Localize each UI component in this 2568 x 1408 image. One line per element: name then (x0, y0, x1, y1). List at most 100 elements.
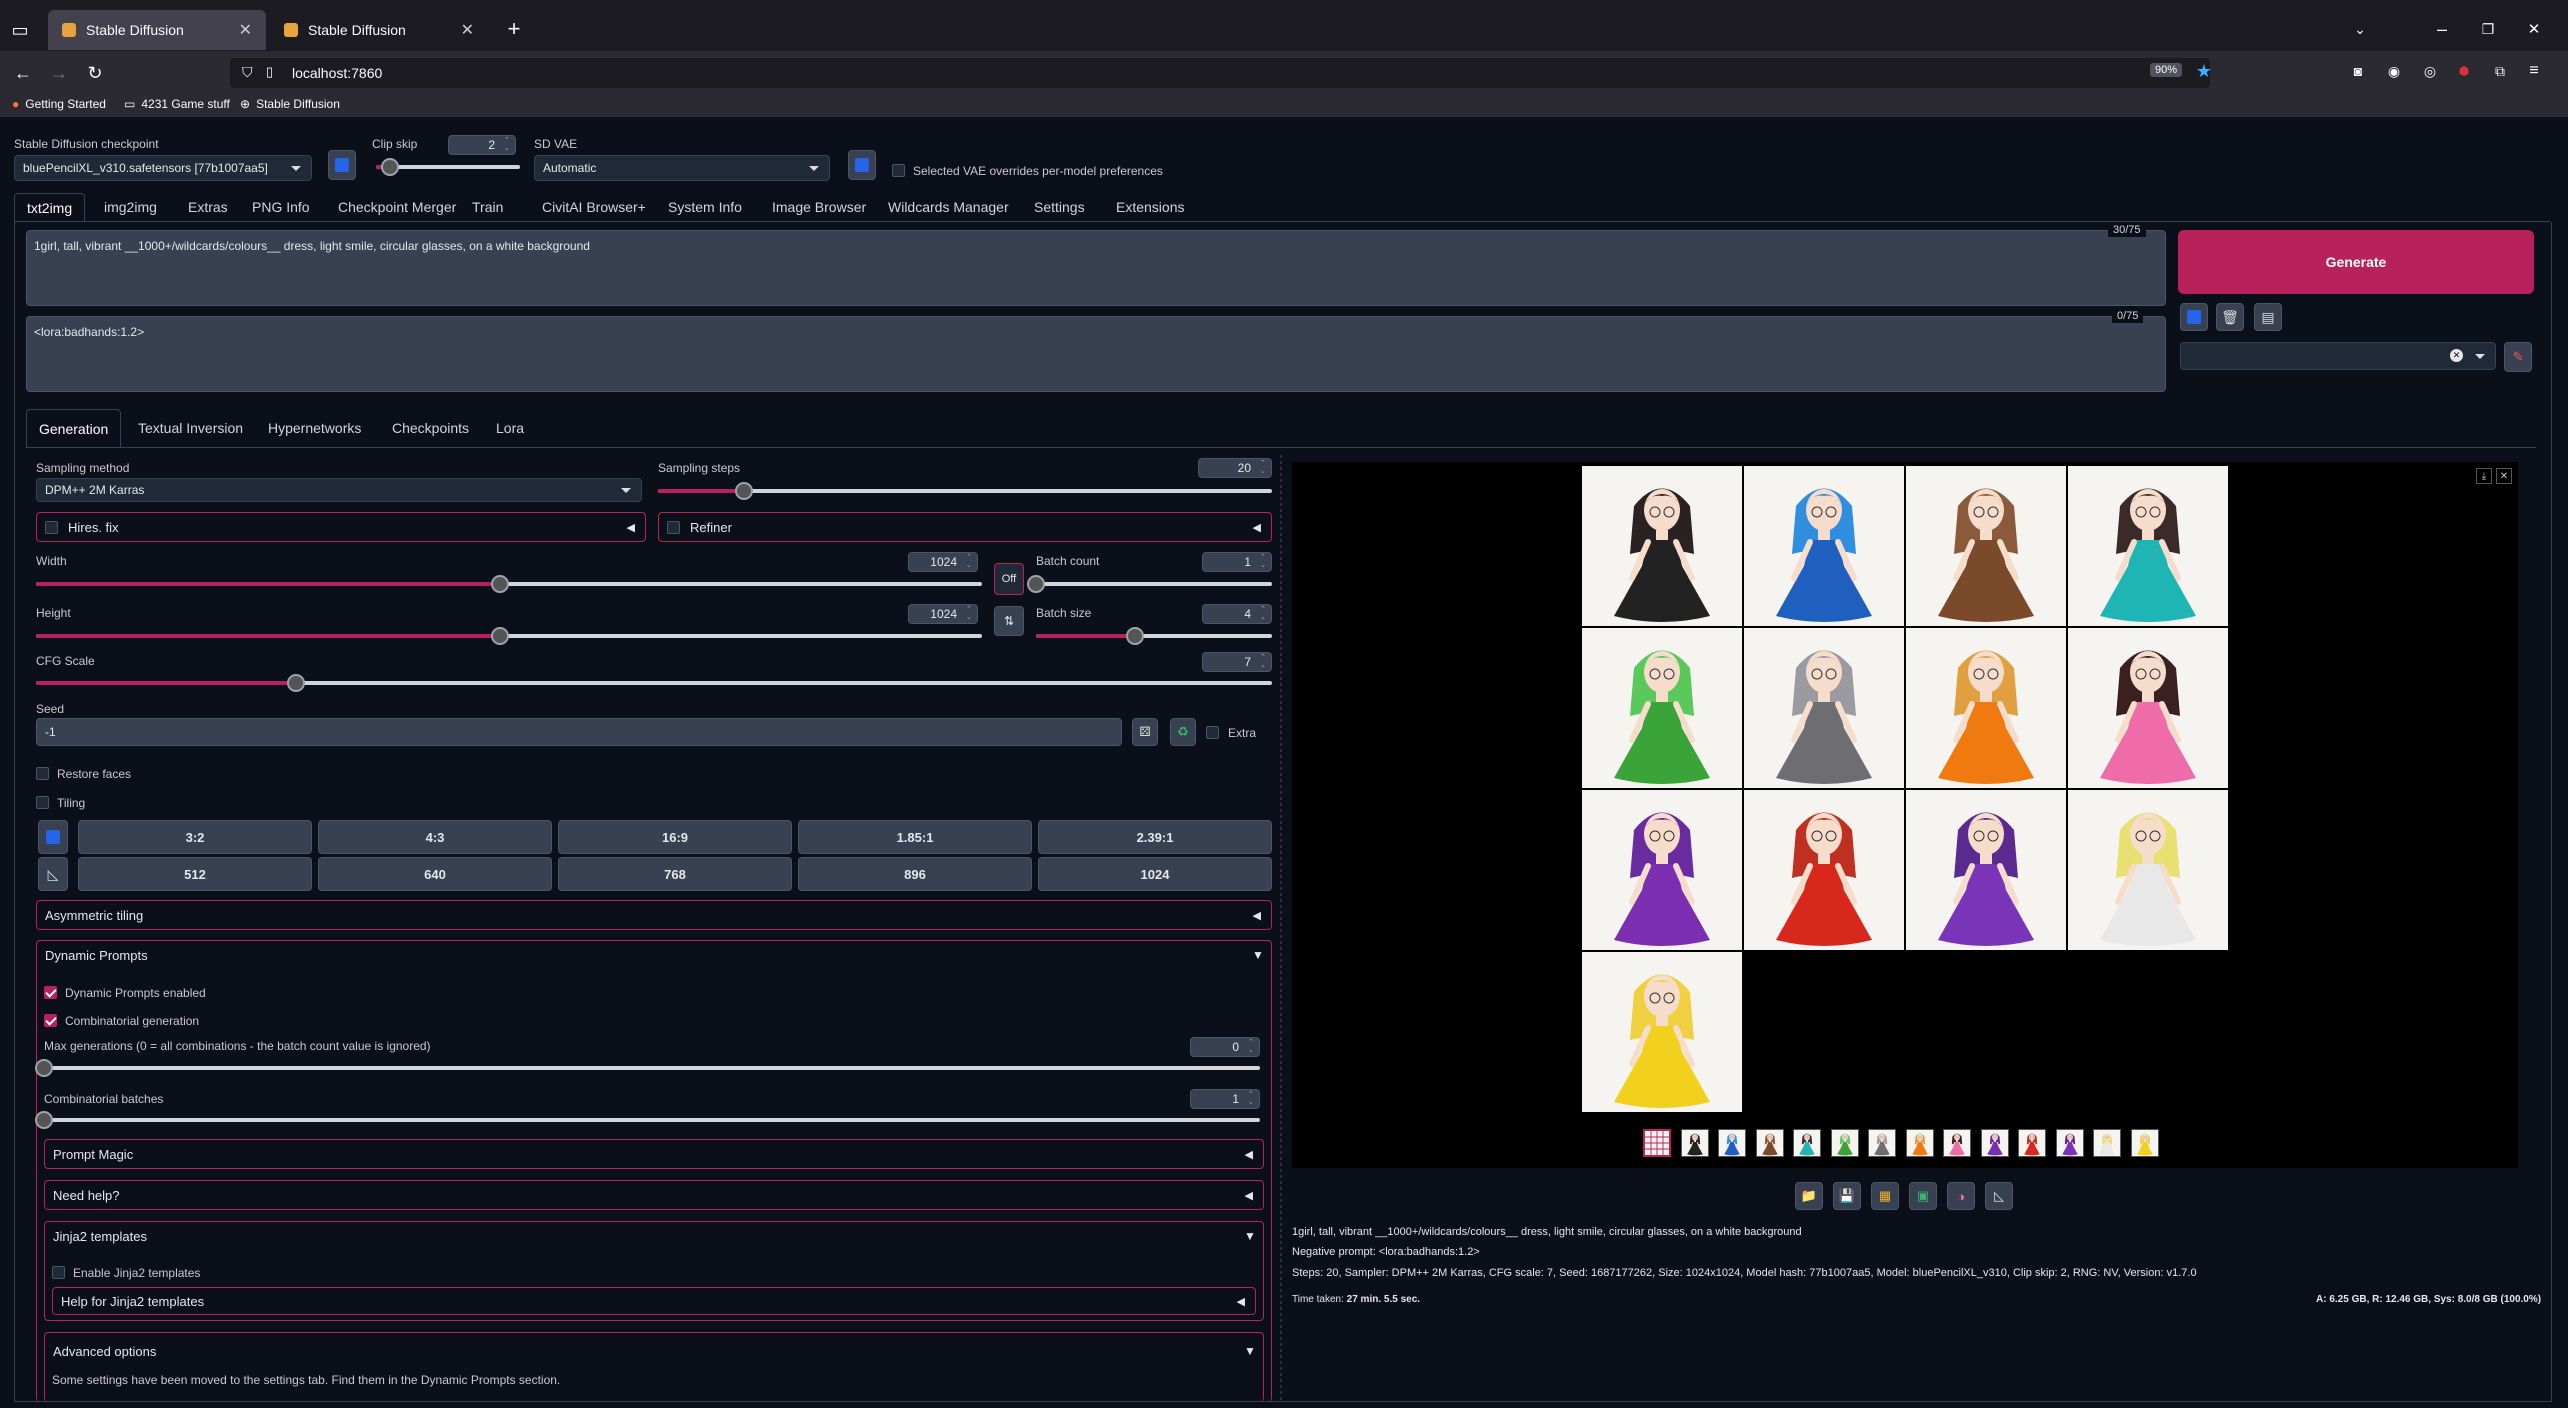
generated-image[interactable] (1582, 790, 1742, 950)
size-button[interactable]: 896 (798, 857, 1032, 891)
cfg-scale-slider[interactable] (36, 674, 1272, 692)
image-thumbnail[interactable] (1905, 1129, 1934, 1157)
slider-thumb[interactable] (734, 482, 753, 500)
tiling-checkbox[interactable] (36, 796, 49, 809)
max-generations-slider[interactable] (35, 1059, 1260, 1077)
dynamic-prompts-title[interactable]: Dynamic Prompts (45, 948, 148, 963)
hires-off-button[interactable]: Off (994, 563, 1024, 595)
subtab-textual-inversion[interactable]: Textual Inversion (126, 409, 255, 447)
height-input[interactable]: 1024 (908, 604, 978, 624)
vae-override-checkbox[interactable] (892, 164, 905, 177)
sampling-method-select[interactable]: DPM++ 2M Karras (36, 478, 642, 502)
subtab-generation[interactable]: Generation (26, 409, 122, 447)
image-thumbnail[interactable] (1755, 1129, 1784, 1157)
tab-wildcards-manager[interactable]: Wildcards Manager (876, 193, 1021, 221)
generated-image[interactable] (1582, 628, 1742, 788)
generated-image[interactable] (2068, 628, 2228, 788)
slider-thumb[interactable] (35, 1111, 53, 1129)
tab-extensions[interactable]: Extensions (1104, 193, 1196, 221)
image-thumbnail[interactable] (2018, 1129, 2046, 1157)
styles-button[interactable]: ▤ (2254, 303, 2282, 331)
generated-image[interactable] (2068, 466, 2228, 626)
forward-icon[interactable]: → (48, 63, 70, 83)
aspect-ratio-toggle[interactable] (38, 820, 68, 854)
max-generations-input[interactable]: 0 (1190, 1037, 1260, 1057)
image-thumbnail[interactable] (1718, 1129, 1746, 1157)
slider-thumb[interactable] (1126, 627, 1145, 645)
generated-image[interactable] (1906, 790, 2066, 950)
sampling-steps-input[interactable]: 20 (1198, 458, 1272, 478)
close-window-icon[interactable]: ✕ (2524, 20, 2544, 38)
download-icon[interactable]: ⤓ (2476, 468, 2492, 484)
expand-arrow-icon[interactable]: ▼ (1252, 948, 1264, 962)
ratio-button[interactable]: 4:3 (318, 820, 552, 854)
slider-thumb[interactable] (35, 1059, 53, 1077)
minimize-icon[interactable]: – (2432, 19, 2452, 39)
edit-styles-button[interactable]: ✎ (2504, 342, 2532, 372)
shield-icon[interactable]: ⛉ (242, 64, 253, 81)
restore-icon[interactable]: ❐ (2478, 20, 2498, 38)
slider-thumb[interactable] (490, 575, 509, 593)
refresh-checkpoint-button[interactable] (328, 150, 356, 180)
image-thumbnail[interactable] (2093, 1129, 2121, 1157)
tab-settings[interactable]: Settings (1022, 193, 1097, 221)
hires-fix-checkbox[interactable] (45, 520, 58, 534)
list-all-tabs-icon[interactable]: ⌄ (2350, 20, 2370, 38)
image-thumbnail[interactable] (2055, 1129, 2084, 1157)
image-thumbnail[interactable] (2130, 1129, 2159, 1157)
slider-thumb[interactable] (381, 158, 400, 176)
reuse-seed-button[interactable]: ♻ (1170, 718, 1196, 746)
ratio-button[interactable]: 16:9 (558, 820, 792, 854)
ratio-button[interactable]: 3:2 (78, 820, 312, 854)
bookmark-getting-started[interactable]: ● Getting Started (12, 97, 106, 111)
generated-image[interactable] (2068, 790, 2228, 950)
enable-jinja-checkbox[interactable] (52, 1266, 65, 1279)
generated-image[interactable] (1906, 628, 2066, 788)
tab-checkpoint-merger[interactable]: Checkpoint Merger (326, 193, 468, 221)
zip-button[interactable]: ▦ (1871, 1182, 1899, 1210)
expand-arrow-icon[interactable]: ▼ (1244, 1229, 1256, 1243)
batch-count-slider[interactable] (1027, 575, 1272, 593)
browser-tab-1[interactable]: Stable Diffusion ✕ (48, 10, 266, 50)
extensions-icon[interactable]: ⧉ (2490, 62, 2510, 80)
url-bar[interactable]: ⛉ ▯ localhost:7860 (230, 58, 2210, 88)
hires-fix-accordion[interactable]: Hires. fix ◀ (36, 512, 646, 542)
refiner-accordion[interactable]: Refiner ◀ (658, 512, 1272, 542)
width-input[interactable]: 1024 (908, 552, 978, 572)
tab-png-info[interactable]: PNG Info (240, 193, 322, 221)
generated-image[interactable] (1582, 952, 1742, 1112)
tab-system-info[interactable]: System Info (656, 193, 754, 221)
size-button[interactable]: 768 (558, 857, 792, 891)
tab-train[interactable]: Train (460, 193, 515, 221)
bookmark-stable-diffusion[interactable]: ⊕ Stable Diffusion (240, 97, 340, 111)
image-thumbnail[interactable] (1980, 1129, 2009, 1157)
generated-image[interactable] (1582, 466, 1742, 626)
subtab-hypernetworks[interactable]: Hypernetworks (256, 409, 373, 447)
reload-icon[interactable]: ↻ (84, 63, 106, 83)
subtab-lora[interactable]: Lora (484, 409, 536, 447)
prompt-magic-accordion[interactable]: Prompt Magic ◀ (44, 1139, 1264, 1169)
restore-faces-checkbox[interactable] (36, 767, 49, 780)
open-folder-button[interactable]: 📁 (1795, 1182, 1823, 1210)
close-tab-icon[interactable]: ✕ (239, 20, 252, 40)
cfg-scale-input[interactable]: 7 (1202, 652, 1272, 672)
save-button[interactable]: 💾 (1833, 1182, 1861, 1210)
ublock-icon[interactable]: ⬢ (2454, 62, 2474, 80)
tab-txt2img[interactable]: txt2img (14, 193, 86, 221)
generated-image[interactable] (1906, 466, 2066, 626)
jinja-templates-title[interactable]: Jinja2 templates (53, 1229, 147, 1244)
image-thumbnail[interactable] (1830, 1129, 1859, 1157)
read-params-button[interactable] (2180, 303, 2208, 331)
dynamic-prompts-enabled-checkbox[interactable] (44, 986, 57, 999)
combinatorial-checkbox[interactable] (44, 1014, 57, 1027)
tab-img2img[interactable]: img2img (92, 193, 169, 221)
slider-thumb[interactable] (286, 674, 305, 692)
send-to-extras-button[interactable]: ◺ (1985, 1182, 2013, 1210)
browser-tab-2[interactable]: Stable Diffusion ✕ (270, 10, 488, 50)
zoom-level[interactable]: 90% (2150, 63, 2183, 77)
image-thumbnail[interactable] (1943, 1129, 1971, 1157)
generated-image[interactable] (1744, 628, 1904, 788)
size-button[interactable]: 1024 (1038, 857, 1272, 891)
combinatorial-batches-slider[interactable] (35, 1111, 1260, 1129)
tab-civitai-browser-[interactable]: CivitAI Browser+ (530, 193, 658, 221)
